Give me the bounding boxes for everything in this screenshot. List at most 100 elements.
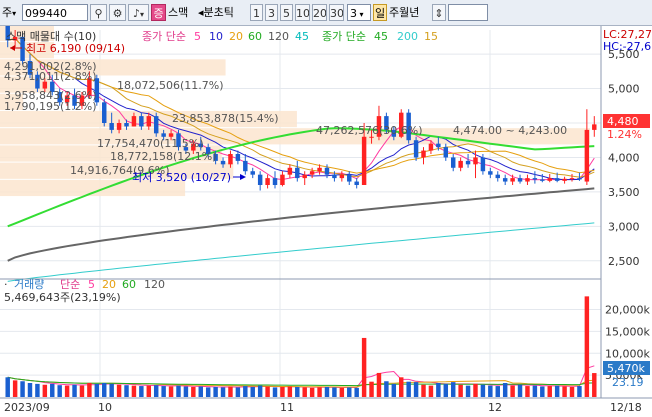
vprofile-label: 18,072,506(11.7%) (117, 79, 224, 92)
price-tick-label: 3,000 (608, 220, 640, 233)
date-input[interactable] (448, 4, 488, 21)
last-volume-pct: 23.19 (612, 376, 644, 389)
volume-ma-period-5: 5 (88, 278, 95, 291)
period-option[interactable]: 30 (329, 4, 344, 21)
sort-arrows-icon[interactable]: ⇕ (432, 4, 446, 21)
ma2-label: 종가 단순 (322, 30, 366, 43)
candle-body (124, 123, 129, 127)
period-option[interactable]: 5 (280, 4, 293, 21)
volume-bar (27, 383, 33, 397)
volume-bar (153, 385, 159, 397)
volume-bar (406, 381, 411, 397)
vprofile-label: 18,772,158(12.1%) (110, 150, 217, 163)
candle-body (547, 178, 552, 181)
volume-ma-period-60: 60 (122, 278, 136, 291)
volume-bar (57, 385, 62, 397)
volume-bar (198, 386, 203, 397)
current-change-pct: 1.24% (607, 128, 642, 141)
candle-body (525, 178, 530, 182)
volume-bar (146, 385, 152, 397)
candle-body (592, 124, 597, 130)
stock-name: 스맥 (168, 6, 189, 19)
candle-body (532, 178, 538, 180)
volume-bar (376, 372, 382, 397)
period-option[interactable]: 3 (265, 4, 278, 21)
volume-bar (243, 386, 248, 397)
candle-body (495, 174, 500, 179)
volume-bar (436, 383, 441, 397)
volume-bar (473, 383, 478, 397)
volume-bar (495, 386, 500, 397)
count-select[interactable]: 3 ▾ (347, 4, 371, 21)
period-option[interactable]: 20 (312, 4, 327, 21)
candle-body (569, 178, 575, 180)
ma2-period-200: 200 (397, 30, 418, 43)
price-range-label: 4,474.00 ~ 4,243.00 (453, 124, 567, 137)
price-tick-label: 5,000 (608, 83, 640, 96)
search-icon[interactable]: ⚲ (90, 4, 107, 21)
volume-bar (450, 382, 456, 397)
candle-body (139, 116, 144, 127)
stock-code-input[interactable]: 099440 (22, 4, 88, 21)
volume-bar (525, 386, 530, 397)
candle-body (153, 116, 159, 134)
candle-body (317, 167, 322, 172)
current-price: 4,480 (607, 115, 639, 128)
volume-bar (5, 377, 10, 397)
candle-body (354, 181, 359, 185)
volume-bar (584, 296, 590, 397)
candle-body (302, 174, 307, 179)
chevron-down-icon: ▾ (12, 9, 17, 18)
volume-bar (287, 386, 293, 397)
volume-bar (79, 385, 85, 397)
hc-readout: HC:-27,6 (603, 40, 651, 53)
volume-legend-title: 거래량 (14, 278, 44, 291)
vprofile-label: 1,790,195(1.2%) (4, 100, 97, 113)
period-week-month-year-tabs[interactable]: 주월년 (389, 4, 429, 21)
period-intraday-tabs[interactable]: ◂분초틱 (198, 4, 248, 21)
candle-body (554, 178, 560, 181)
candle-body (272, 178, 278, 185)
market-type-label: 주 (2, 6, 13, 19)
candle-body (332, 174, 337, 179)
gear-icon[interactable]: ⚙ (109, 4, 126, 21)
candle-body (584, 129, 590, 182)
period-option[interactable]: 10 (295, 4, 310, 21)
volume-bar (480, 384, 486, 397)
volume-tick-label: 15,000k (605, 325, 650, 338)
x-tick-label: 2023/09 (4, 401, 50, 414)
x-tick-label: 10 (98, 401, 112, 414)
market-type-select[interactable]: 주▾ (2, 4, 20, 21)
margin-badge[interactable]: 증 (151, 4, 166, 21)
volume-bar (280, 386, 285, 397)
volume-bar (577, 386, 582, 397)
volume-bar (64, 385, 70, 397)
candle-body (436, 143, 441, 148)
volume-bar (235, 387, 241, 397)
candle-body (502, 178, 508, 182)
volume-bar (347, 387, 352, 397)
candle-body (102, 102, 107, 123)
volume-bar (384, 381, 389, 397)
period-option[interactable]: 1 (250, 4, 263, 21)
speaker-icon[interactable]: ♪▾ (128, 4, 149, 21)
candle-body (235, 154, 241, 161)
candle-body (228, 154, 233, 165)
candle-body (131, 116, 137, 127)
volume-bar (168, 386, 174, 397)
volume-tick-label: 20,000k (605, 304, 650, 317)
chart-canvas: 스맥 매물대 수(10) 종가 단순 5 10 20 60 120 45 종가 … (0, 26, 652, 417)
volume-bar (510, 385, 515, 397)
volume-bar (458, 384, 463, 397)
last-volume-readout: 5,469,643주(23,19%) (4, 291, 121, 304)
volume-bar (502, 383, 508, 397)
price-tick-label: 3,500 (608, 186, 640, 199)
volume-bar (339, 387, 345, 397)
period-day-tab[interactable]: 일 (373, 4, 387, 21)
ma1-period-5: 5 (194, 30, 201, 43)
volume-bar (72, 384, 77, 397)
price-tick-label: 2,500 (608, 255, 640, 268)
candle-body (540, 179, 545, 181)
volume-ma-period-120: 120 (144, 278, 165, 291)
volume-bar (532, 385, 538, 397)
